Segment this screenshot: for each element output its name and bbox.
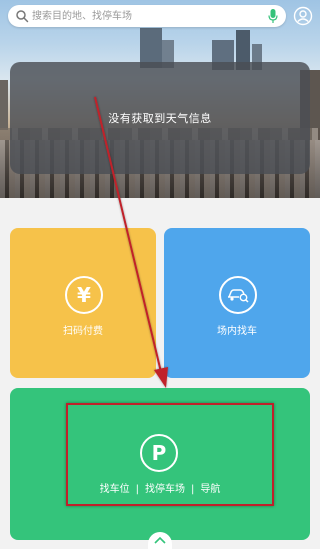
chevron-up-icon [154, 536, 166, 544]
search-input[interactable] [32, 8, 262, 24]
search-bar[interactable] [8, 5, 286, 27]
mic-icon[interactable] [268, 8, 278, 24]
scan-pay-label: 扫码付费 [63, 326, 103, 337]
find-car-tile[interactable]: 场内找车 [164, 228, 310, 378]
skyline-building [0, 80, 8, 130]
yen-icon: ¥ [65, 276, 103, 314]
car-search-icon [219, 276, 257, 314]
scan-pay-tile[interactable]: ¥ 扫码付费 [10, 228, 156, 378]
user-icon[interactable] [293, 6, 313, 26]
search-icon [16, 10, 29, 23]
find-car-label: 场内找车 [217, 326, 257, 337]
collapse-toggle[interactable] [148, 532, 172, 549]
highlight-box [66, 403, 274, 506]
weather-banner: 没有获取到天气信息 [0, 0, 320, 198]
weather-card[interactable]: 没有获取到天气信息 [10, 62, 310, 174]
weather-message: 没有获取到天气信息 [108, 112, 212, 125]
